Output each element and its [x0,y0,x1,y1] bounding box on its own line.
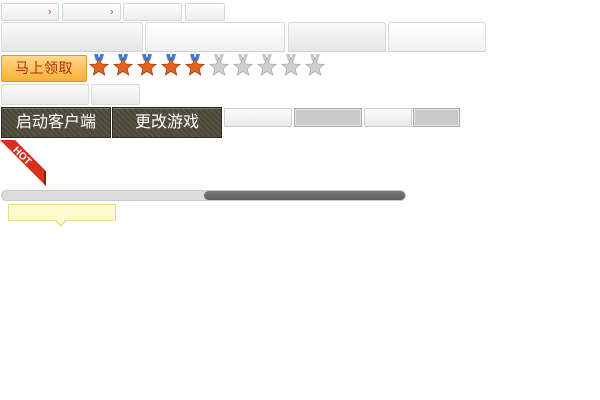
star-filled-icon[interactable] [137,54,157,78]
star-empty-icon[interactable] [209,54,229,78]
large-tab-2[interactable] [145,22,285,52]
star-rating[interactable] [89,54,329,80]
star-filled-icon[interactable] [113,54,133,78]
change-game-button[interactable]: 更改游戏 [112,107,222,138]
star-filled-icon[interactable] [185,54,205,78]
small-tab-2[interactable]: › [62,3,121,21]
tooltip-box [8,204,116,227]
large-tab-3[interactable] [288,22,386,52]
progress-bar [1,190,406,201]
hot-corner-ribbon: HOT [0,140,46,186]
segment-button-1[interactable] [224,108,292,127]
star-empty-icon[interactable] [257,54,277,78]
plain-button-2[interactable] [91,84,140,105]
chevron-right-icon: › [47,5,52,18]
start-client-button[interactable]: 启动客户端 [1,107,111,138]
small-tab-3[interactable] [123,3,182,21]
star-empty-icon[interactable] [281,54,301,78]
small-tab-1[interactable]: › [1,3,59,21]
progress-fill [203,191,405,200]
small-tab-4[interactable] [185,3,225,21]
plain-button-1[interactable] [1,84,89,105]
large-tab-4[interactable] [388,22,486,52]
star-empty-icon[interactable] [233,54,253,78]
tooltip-arrow [55,219,67,227]
star-filled-icon[interactable] [89,54,109,78]
claim-button[interactable]: 马上领取 [1,55,87,82]
segment-button-2[interactable] [294,108,362,127]
star-empty-icon[interactable] [305,54,325,78]
segment-button-3[interactable] [364,108,412,127]
chevron-right-icon: › [109,5,114,18]
large-tab-1[interactable] [1,22,143,52]
star-filled-icon[interactable] [161,54,181,78]
segment-button-4[interactable] [413,108,460,127]
